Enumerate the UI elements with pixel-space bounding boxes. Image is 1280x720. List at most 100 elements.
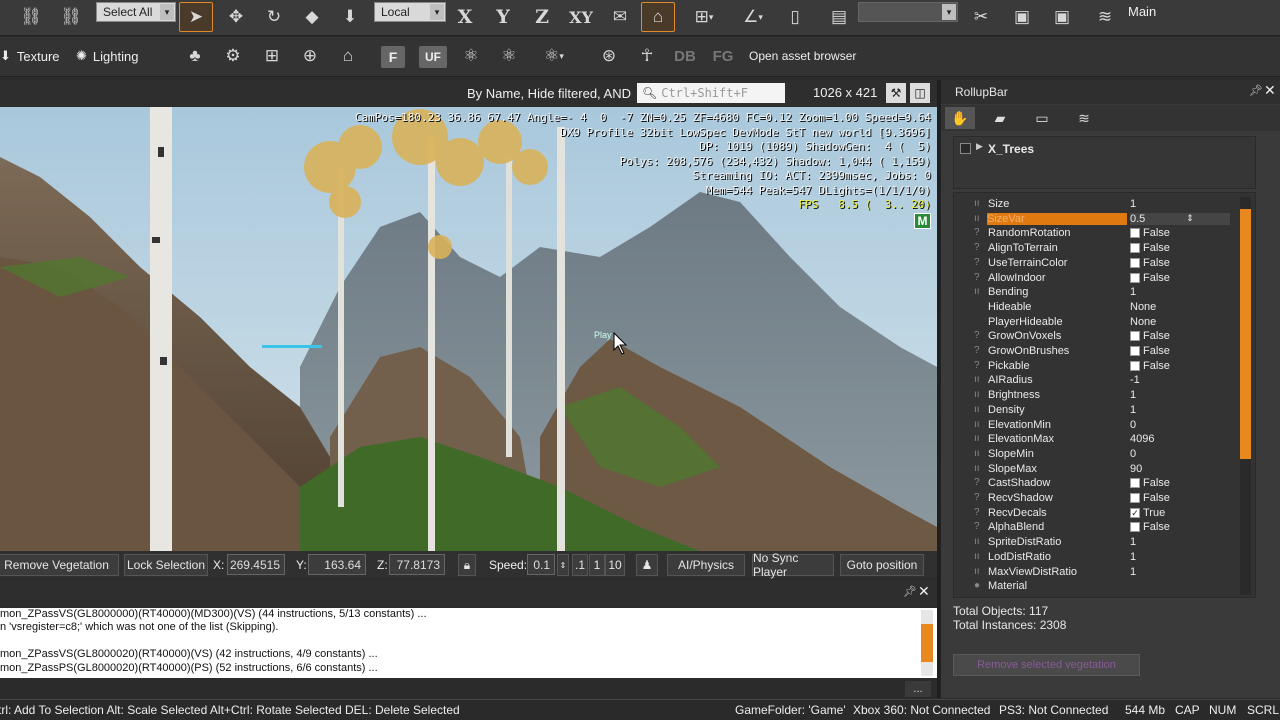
lock-icon[interactable]: 🔒︎ xyxy=(458,554,476,576)
property-value[interactable]: -1 xyxy=(1130,374,1140,386)
unlink-icon[interactable]: ⛓ xyxy=(54,2,88,32)
tab-objects-icon[interactable]: ✋ xyxy=(945,107,975,129)
property-value[interactable]: False xyxy=(1130,360,1170,372)
property-value[interactable]: 0.5 ⇕ xyxy=(1130,212,1230,225)
property-row[interactable]: ? RandomRotation False xyxy=(954,226,1244,241)
remove-vegetation-button[interactable]: Remove Vegetation xyxy=(0,554,119,576)
property-row[interactable]: ? UseTerrainColor False xyxy=(954,256,1244,271)
viewport-options-icon[interactable]: ⚒ xyxy=(886,83,906,103)
entity-icon[interactable]: ⚙ xyxy=(218,41,248,71)
axis-xy-button[interactable]: XY xyxy=(566,2,596,32)
speed-preset-1[interactable]: 1 xyxy=(589,554,605,576)
tab-display-icon[interactable]: ▭ xyxy=(1027,107,1057,129)
viewport-resolution[interactable]: 1026 x 421 xyxy=(813,85,877,100)
property-row[interactable]: ıı SizeVar 0.5 ⇕ xyxy=(954,212,1244,227)
x-coordinate-field[interactable]: 269.4515 xyxy=(227,554,285,575)
vegetation-icon[interactable]: ♣ xyxy=(180,41,210,71)
property-value[interactable]: False xyxy=(1130,227,1170,239)
property-row[interactable]: ıı SlopeMax 90 xyxy=(954,462,1244,477)
property-value[interactable]: False xyxy=(1130,330,1170,342)
property-value[interactable]: False xyxy=(1130,272,1170,284)
m-badge[interactable]: M xyxy=(914,213,931,229)
particle-icon[interactable]: ⚛ xyxy=(494,41,524,71)
vegetation-group[interactable]: ▶ X_Trees xyxy=(953,136,1256,189)
rotate-tool-icon[interactable]: ↻ xyxy=(257,2,291,32)
property-row[interactable]: ? RecvDecals ✓ True xyxy=(954,506,1244,521)
property-row[interactable]: ? Pickable False xyxy=(954,359,1244,374)
viewport-search-field[interactable]: 🔍︎ Ctrl+Shift+F xyxy=(637,83,785,103)
save-object-icon[interactable]: ▣ xyxy=(1007,2,1037,32)
property-row[interactable]: Hideable None xyxy=(954,300,1244,315)
viewport-3d[interactable]: CamPos=180.23 36.86 67.47 Angle=- 4 0 -7… xyxy=(0,107,937,551)
property-value[interactable]: False xyxy=(1130,521,1170,533)
coord-system-dropdown[interactable]: Local ▾ xyxy=(374,2,446,22)
console-scrollbar[interactable] xyxy=(921,610,933,676)
property-value[interactable]: False xyxy=(1130,345,1170,357)
ui-flowgraph-button[interactable]: UF xyxy=(418,45,448,69)
close-icon[interactable]: ✕ xyxy=(1264,82,1276,99)
property-value[interactable]: False xyxy=(1130,257,1170,269)
property-row[interactable]: ıı SlopeMin 0 xyxy=(954,447,1244,462)
property-row[interactable]: ? RecvShadow False xyxy=(954,491,1244,506)
property-row[interactable]: ıı Density 1 xyxy=(954,403,1244,418)
property-checkbox[interactable] xyxy=(1130,522,1140,533)
property-checkbox[interactable] xyxy=(1130,493,1140,503)
property-row[interactable]: ıı Bending 1 xyxy=(954,285,1244,300)
prefab-icon[interactable]: ⊞ xyxy=(257,41,287,71)
console-output[interactable]: mon_ZPassVS(GL8000000)(RT40000)(MD300)(V… xyxy=(0,608,937,678)
property-checkbox[interactable] xyxy=(1130,228,1140,239)
terrain-modify-icon[interactable]: ⊕ xyxy=(295,41,325,71)
property-value[interactable]: 1 xyxy=(1130,404,1136,416)
z-coordinate-field[interactable]: 77.8173 xyxy=(389,554,445,575)
spinner-icon[interactable]: ⇕ xyxy=(1186,213,1194,224)
remove-selected-vegetation-button[interactable]: Remove selected vegetation xyxy=(953,654,1140,676)
axis-y-button[interactable]: Y xyxy=(490,2,516,32)
move-tool-icon[interactable]: ✥ xyxy=(219,2,253,32)
flowgraph-button[interactable]: F xyxy=(380,45,406,69)
properties-grid[interactable]: ıı Size 1 ıı SizeVar 0.5 ⇕? RandomRotation False… xyxy=(953,192,1256,598)
property-value[interactable]: False xyxy=(1130,242,1170,254)
y-coordinate-field[interactable]: 163.64 xyxy=(308,554,366,575)
tab-layers-icon[interactable]: ≋ xyxy=(1069,107,1099,129)
speed-preset-10[interactable]: 10 xyxy=(605,554,625,576)
texture-button[interactable]: ⬇ Texture xyxy=(0,41,60,71)
property-row[interactable]: ? GrowOnVoxels False xyxy=(954,329,1244,344)
layer-icon[interactable]: ▤ xyxy=(824,2,854,32)
property-checkbox[interactable]: ✓ xyxy=(1130,507,1140,518)
axis-x-button[interactable]: X xyxy=(452,2,478,32)
property-value[interactable]: 1 xyxy=(1130,551,1136,563)
property-value[interactable]: 0 xyxy=(1130,419,1136,431)
property-value[interactable]: 1 xyxy=(1130,536,1136,548)
viewport-maximize-icon[interactable]: ◫ xyxy=(910,83,930,103)
property-row[interactable]: ıı ElevationMin 0 xyxy=(954,418,1244,433)
select-tool-icon[interactable]: ➤ xyxy=(179,2,213,32)
scale-tool-icon[interactable]: ◆ xyxy=(295,2,329,32)
facial-editor-button[interactable]: FG xyxy=(708,41,738,71)
speed-field[interactable]: 0.1 xyxy=(527,554,555,575)
property-row[interactable]: ? AlignToTerrain False xyxy=(954,241,1244,256)
property-checkbox[interactable] xyxy=(1130,331,1140,342)
tab-terrain-icon[interactable]: ▰ xyxy=(985,107,1015,129)
property-row[interactable]: ıı LodDistRatio 1 xyxy=(954,550,1244,565)
character-icon[interactable]: ☥ xyxy=(632,41,662,71)
property-row[interactable]: ıı MaxViewDistRatio 1 xyxy=(954,565,1244,580)
angle-snap-icon[interactable]: ∠ ▾ xyxy=(730,2,776,32)
property-row[interactable]: ? AlphaBlend False xyxy=(954,520,1244,535)
pin-icon[interactable]: 📌︎ xyxy=(1249,84,1263,97)
property-value[interactable]: 4096 xyxy=(1130,433,1154,445)
player-icon[interactable]: ♟ xyxy=(636,554,658,576)
property-checkbox[interactable] xyxy=(1130,478,1140,489)
pin-icon[interactable]: 📌︎ xyxy=(903,585,917,598)
property-value[interactable]: 1 xyxy=(1130,286,1136,298)
property-value[interactable]: 1 xyxy=(1130,566,1136,578)
property-row[interactable]: ıı Brightness 1 xyxy=(954,388,1244,403)
property-row[interactable]: ● Material xyxy=(954,579,1244,594)
property-checkbox[interactable] xyxy=(1130,257,1140,268)
layer-dropdown[interactable]: ▾ xyxy=(858,2,958,22)
molecule-icon[interactable]: ⚛ xyxy=(456,41,486,71)
open-asset-browser-button[interactable]: Open asset browser xyxy=(749,41,856,71)
group-checkbox[interactable] xyxy=(960,143,971,154)
console-scroll-thumb[interactable] xyxy=(921,624,933,662)
close-icon[interactable]: ✕ xyxy=(918,583,930,600)
axis-z-button[interactable]: Z xyxy=(529,2,555,32)
